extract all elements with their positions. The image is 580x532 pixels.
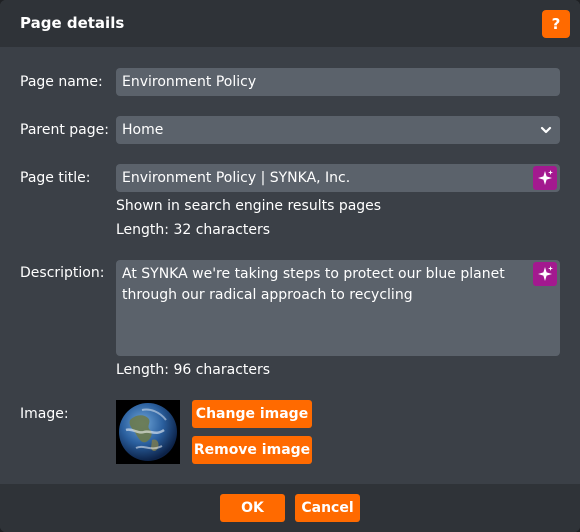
cancel-button[interactable]: Cancel: [295, 494, 360, 522]
description-textarea[interactable]: At SYNKA we're taking steps to protect o…: [116, 260, 560, 356]
earth-image: [116, 400, 180, 464]
page-title-label: Page title:: [20, 170, 91, 186]
image-thumbnail: [116, 400, 180, 464]
parent-page-label: Parent page:: [20, 122, 109, 138]
dialog-footer: OK Cancel: [0, 484, 580, 532]
remove-image-button[interactable]: Remove image: [192, 436, 312, 464]
page-title-length: Length: 32 characters: [116, 222, 271, 238]
page-title-hint: Shown in search engine results pages: [116, 198, 382, 214]
image-label: Image:: [20, 406, 69, 422]
help-button[interactable]: ?: [542, 10, 570, 38]
page-name-label: Page name:: [20, 74, 103, 90]
page-title-input[interactable]: Environment Policy | SYNKA, Inc.: [116, 164, 560, 192]
change-image-button[interactable]: Change image: [192, 400, 312, 428]
chevron-down-icon: [540, 126, 552, 134]
page-name-input[interactable]: Environment Policy: [116, 68, 560, 96]
page-details-dialog: Page details ? Page name: Environment Po…: [0, 0, 580, 532]
parent-page-value: Home: [122, 122, 164, 138]
ok-button[interactable]: OK: [220, 494, 285, 522]
parent-page-select[interactable]: Home: [116, 116, 560, 144]
ai-generate-title-button[interactable]: [533, 166, 557, 190]
dialog-titlebar: Page details ?: [0, 0, 580, 47]
sparkle-icon: [538, 170, 553, 185]
description-text: At SYNKA we're taking steps to protect o…: [122, 266, 505, 303]
description-length: Length: 96 characters: [116, 362, 271, 378]
ai-generate-description-button[interactable]: [533, 262, 557, 286]
description-label: Description:: [20, 265, 105, 281]
dialog-title: Page details: [20, 14, 125, 32]
sparkle-icon: [538, 266, 553, 281]
